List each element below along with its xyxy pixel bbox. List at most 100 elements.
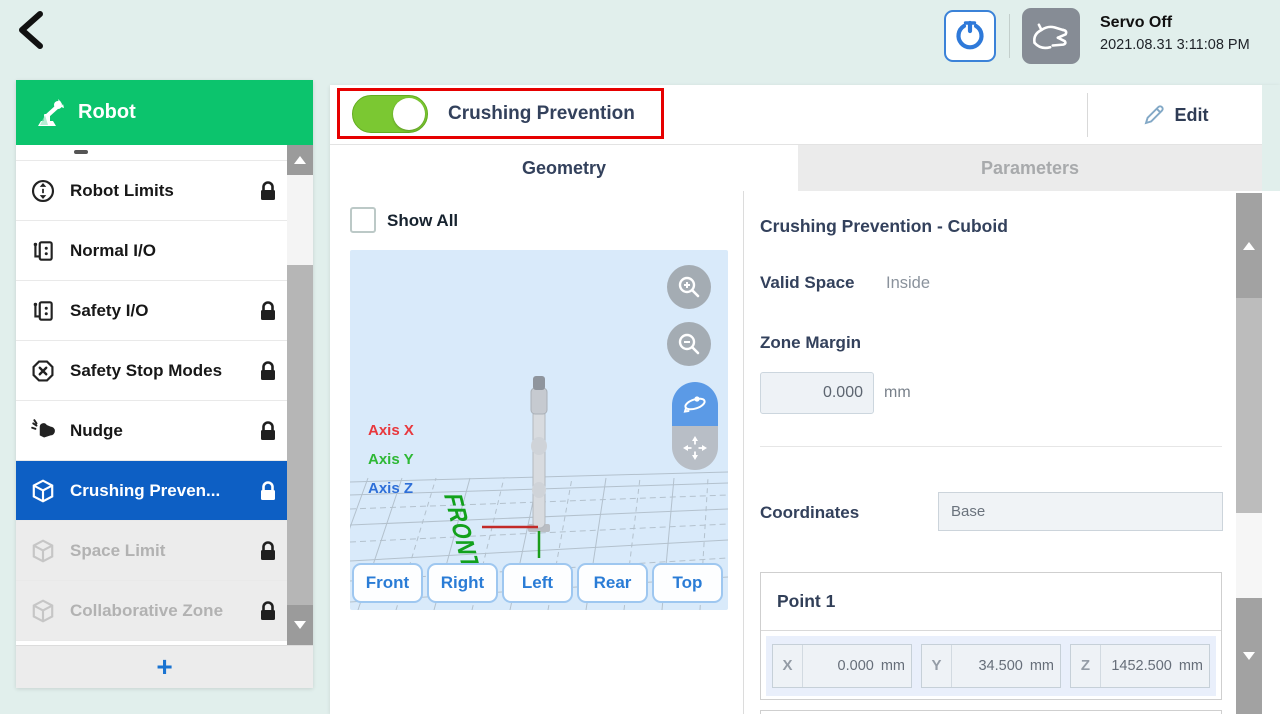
scroll-thumb[interactable] — [287, 265, 313, 605]
view-right-button[interactable]: Right — [427, 563, 498, 603]
view-left-button[interactable]: Left — [502, 563, 573, 603]
triangle-down-icon — [1243, 652, 1255, 660]
scroll-thumb[interactable] — [1236, 298, 1262, 513]
sidebar-item-label: Collaborative Zone — [70, 601, 223, 621]
lock-icon — [258, 300, 278, 322]
sidebar: Robot Robot Limits — [16, 80, 313, 688]
sidebar-item-label: Nudge — [70, 421, 123, 441]
sidebar-item-nudge[interactable]: Nudge — [16, 401, 287, 461]
y-unit: mm — [1030, 658, 1060, 674]
scroll-up-button[interactable] — [287, 145, 313, 175]
servo-status: Servo Off — [1100, 14, 1172, 32]
sidebar-item-space-limit[interactable]: Space Limit — [16, 521, 287, 581]
robot-limits-icon — [30, 178, 56, 204]
sidebar-item-crushing-prevention[interactable]: Crushing Preven... — [16, 461, 287, 521]
tab-geometry[interactable]: Geometry — [330, 145, 798, 191]
point-y-field[interactable]: Y 34.500 mm — [921, 644, 1061, 688]
x-unit: mm — [881, 658, 911, 674]
scroll-up-button[interactable] — [1236, 193, 1262, 298]
sidebar-item-safety-io[interactable]: Safety I/O — [16, 281, 287, 341]
sidebar-scrollbar[interactable] — [287, 145, 313, 645]
toggle-label: Crushing Prevention — [448, 103, 635, 125]
coordinates-select[interactable]: Base — [938, 492, 1223, 531]
pan-arrows-icon — [682, 435, 708, 461]
sidebar-item-label: Normal I/O — [70, 241, 156, 261]
section-divider — [760, 446, 1222, 447]
z-value: 1452.500 — [1101, 658, 1177, 674]
zoom-out-button[interactable] — [667, 322, 711, 366]
point-coordinate-row: X 0.000 mm Y 34.500 mm Z 1452.500 mm — [766, 636, 1216, 696]
robot-arm-icon — [32, 97, 66, 129]
plus-icon: + — [156, 653, 172, 681]
nudge-hand-icon — [30, 418, 56, 444]
point-x-field[interactable]: X 0.000 mm — [772, 644, 912, 688]
cube-icon — [30, 598, 56, 624]
sidebar-item-label: Robot Limits — [70, 181, 174, 201]
background-gap — [1262, 85, 1280, 191]
axis-y-label: Axis Y — [368, 451, 414, 468]
sidebar-header: Robot — [16, 80, 313, 145]
pencil-icon — [1142, 103, 1166, 127]
point-z-field[interactable]: Z 1452.500 mm — [1070, 644, 1210, 688]
coordinates-label: Coordinates — [760, 503, 859, 523]
lock-icon — [258, 600, 278, 622]
3d-viewport[interactable]: FRONT Axis X Axis Y Axis Z — [350, 250, 728, 610]
status-timestamp: 2021.08.31 3:11:08 PM — [1100, 37, 1250, 53]
zoom-in-button[interactable] — [667, 265, 711, 309]
show-all-label: Show All — [387, 211, 458, 231]
scroll-down-button[interactable] — [287, 605, 313, 645]
rotate-orbit-icon — [681, 390, 709, 418]
content-divider — [743, 191, 744, 714]
io-icon — [30, 238, 56, 264]
point-2-card-partial — [760, 710, 1222, 714]
sidebar-item-collaborative-zone[interactable]: Collaborative Zone — [16, 581, 287, 641]
add-zone-button[interactable]: + — [16, 645, 313, 688]
lock-icon — [258, 480, 278, 502]
sidebar-item-label: Safety I/O — [70, 301, 148, 321]
edit-label: Edit — [1175, 105, 1209, 126]
zone-margin-input[interactable]: 0.000 — [760, 372, 874, 414]
tab-parameters[interactable]: Parameters — [798, 145, 1262, 191]
pan-mode-button[interactable] — [672, 426, 718, 470]
sidebar-item-partial[interactable] — [16, 145, 287, 161]
edit-button[interactable]: Edit — [1088, 85, 1262, 145]
point-1-card: Point 1 X 0.000 mm Y 34.500 mm Z 1452.50… — [760, 572, 1222, 700]
valid-space-label: Valid Space — [760, 273, 855, 293]
cube-icon — [30, 478, 56, 504]
sidebar-item-safety-stop-modes[interactable]: Safety Stop Modes — [16, 341, 287, 401]
zoom-out-icon — [676, 331, 702, 357]
y-value: 34.500 — [952, 658, 1028, 674]
view-top-button[interactable]: Top — [652, 563, 723, 603]
gripper-icon — [953, 19, 987, 53]
sidebar-item-robot-limits[interactable]: Robot Limits — [16, 161, 287, 221]
valid-space-value: Inside — [886, 274, 930, 293]
rotate-mode-button[interactable] — [672, 382, 718, 426]
triangle-up-icon — [294, 156, 306, 164]
back-button[interactable] — [14, 8, 58, 58]
sidebar-menu: Robot Limits Normal I/O — [16, 145, 287, 645]
view-front-button[interactable]: Front — [352, 563, 423, 603]
main-panel: Crushing Prevention Edit Geometry Parame… — [330, 85, 1280, 714]
crushing-prevention-toggle[interactable] — [352, 95, 428, 133]
triangle-down-icon — [294, 621, 306, 629]
axis-y-key: Y — [922, 645, 952, 687]
hand-guiding-icon — [1030, 17, 1072, 55]
sidebar-item-normal-io[interactable]: Normal I/O — [16, 221, 287, 281]
show-all-checkbox[interactable] — [350, 207, 376, 233]
scroll-down-button[interactable] — [1236, 598, 1262, 714]
axis-x-key: X — [773, 645, 803, 687]
top-bar-divider — [1009, 14, 1010, 58]
panel-title: Crushing Prevention - Cuboid — [760, 216, 1008, 237]
z-unit: mm — [1179, 658, 1209, 674]
lock-icon — [258, 420, 278, 442]
triangle-up-icon — [1243, 242, 1255, 250]
view-mode-control — [672, 382, 718, 470]
stop-octagon-icon — [30, 358, 56, 384]
gripper-button[interactable] — [944, 10, 996, 62]
lock-icon — [258, 180, 278, 202]
zoom-in-icon — [676, 274, 702, 300]
sidebar-item-label: Safety Stop Modes — [70, 361, 222, 381]
hand-guiding-button[interactable] — [1022, 8, 1080, 64]
view-rear-button[interactable]: Rear — [577, 563, 648, 603]
panel-scrollbar[interactable] — [1236, 193, 1262, 714]
